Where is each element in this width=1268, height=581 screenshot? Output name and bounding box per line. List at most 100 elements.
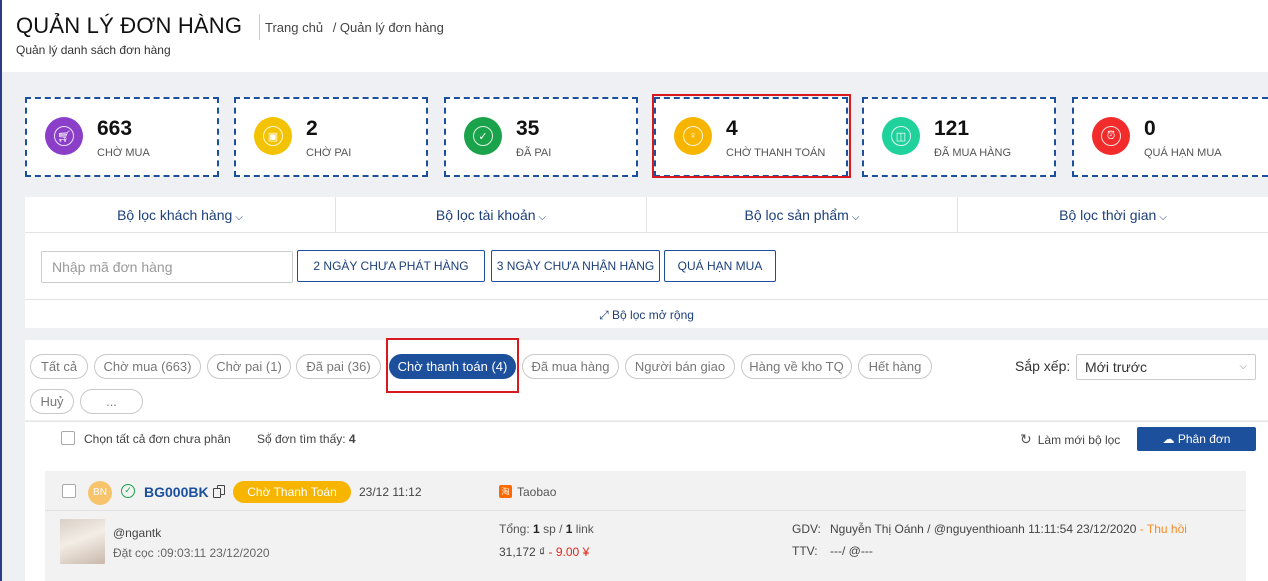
order-code-input[interactable] [41, 251, 293, 283]
stat-card-cho-pai[interactable]: ▣ 2 CHỜ PAI [234, 97, 428, 177]
tab-nguoi-ban-giao[interactable]: Người bán giao [625, 354, 735, 379]
highlight-box-stat [652, 94, 851, 178]
status-badge: Chờ Thanh Toán [233, 481, 351, 503]
filter-product-dropdown[interactable]: Bộ lọc sản phẩm ⌵ [647, 197, 958, 232]
stat-card-da-mua-hang[interactable]: ◫ 121 ĐÃ MUA HÀNG [862, 97, 1056, 177]
check-icon: ✓ [464, 117, 502, 155]
gdv-label: GDV: [792, 522, 821, 536]
expand-filter-link[interactable]: ⤢ Bộ lọc mở rộng [25, 299, 1268, 328]
sort-select[interactable]: Mới trước ⌵ [1076, 354, 1256, 380]
copy-icon[interactable] [213, 485, 225, 498]
found-count: Số đơn tìm thấy: 4 [257, 432, 356, 446]
chevron-down-icon: ⌵ [851, 212, 860, 223]
found-count-value: 4 [348, 432, 356, 446]
chevron-down-icon: ⌵ [538, 212, 547, 223]
alarm-icon: ⏰︎ [1092, 117, 1130, 155]
expand-icon: ⤢ [599, 308, 609, 322]
sort-value: Mới trước [1085, 359, 1147, 375]
order-checkbox[interactable] [62, 484, 76, 498]
filter-account-label: Bộ lọc tài khoản [435, 207, 536, 223]
tab-cho-mua[interactable]: Chờ mua (663) [94, 354, 201, 379]
cloud-upload-icon: ☁ [1162, 432, 1175, 446]
tab-huy[interactable]: Huỷ [30, 389, 74, 414]
filter-customer-label: Bộ lọc khách hàng [117, 207, 233, 223]
chevron-down-icon: ⌵ [1159, 212, 1167, 223]
chevron-down-icon: ⌵ [235, 212, 243, 223]
product-thumbnail[interactable] [60, 519, 105, 564]
filter-customer-dropdown[interactable]: Bộ lọc khách hàng ⌵ [25, 197, 336, 232]
stat-label: QUÁ HẠN MUA [1144, 147, 1222, 159]
shopping-bag-icon: ◫ [882, 117, 920, 155]
order-summary: Tổng: 1 sp / 1 link [499, 522, 594, 536]
buyer-username[interactable]: @ngantk [113, 526, 161, 540]
page-title: QUẢN LÝ ĐƠN HÀNG [16, 13, 243, 38]
avatar: BN [88, 481, 112, 505]
link-count: 1 [565, 522, 573, 536]
sp-label: sp / [543, 522, 563, 536]
tab-tat-ca[interactable]: Tất cả [30, 354, 88, 379]
stat-value: 2 [306, 117, 318, 140]
link-label: link [575, 522, 594, 536]
total-label: Tổng: [499, 522, 530, 536]
stat-label: ĐÃ PAI [516, 147, 552, 159]
order-code-link[interactable]: BG000BK [144, 484, 209, 500]
tab-hang-ve-kho-tq[interactable]: Hàng về kho TQ [741, 354, 852, 379]
quick-filter-overdue[interactable]: QUÁ HẠN MUA [664, 250, 776, 282]
order-card: BN ✓ BG000BK Chờ Thanh Toán 23/12 11:12 … [45, 471, 1246, 581]
filter-panel: Bộ lọc khách hàng ⌵ Bộ lọc tài khoản ⌵ Bộ … [25, 197, 1268, 328]
price-vnd: 31,172 ₫ [499, 545, 546, 559]
tab-more[interactable]: ... [80, 389, 143, 414]
expand-filter-label: Bộ lọc mở rộng [612, 308, 694, 322]
gdv-value: Nguyễn Thị Oánh / @nguyenthioanh 11:11:5… [830, 522, 1187, 536]
gdv-text: Nguyễn Thị Oánh / @nguyenthioanh 11:11:5… [830, 522, 1137, 536]
breadcrumb-home[interactable]: Trang chủ [265, 20, 323, 35]
tab-het-hang[interactable]: Hết hàng [858, 354, 932, 379]
app-left-edge [0, 0, 2, 581]
order-card-header: BN ✓ BG000BK Chờ Thanh Toán 23/12 11:12 … [45, 471, 1246, 511]
filter-time-label: Bộ lọc thời gian [1059, 207, 1157, 223]
taobao-icon: 淘 [499, 485, 512, 498]
order-list: BN ✓ BG000BK Chờ Thanh Toán 23/12 11:12 … [25, 457, 1268, 581]
stat-label: ĐÃ MUA HÀNG [934, 147, 1012, 159]
bag-icon: ▣ [254, 117, 292, 155]
quick-filter-3-days-not-received[interactable]: 3 NGÀY CHƯA NHẬN HÀNG [491, 250, 660, 282]
stat-card-da-pai[interactable]: ✓ 35 ĐÃ PAI [444, 97, 638, 177]
filter-account-dropdown[interactable]: Bộ lọc tài khoản ⌵ [336, 197, 647, 232]
filter-time-dropdown[interactable]: Bộ lọc thời gian ⌵ [958, 197, 1268, 232]
check-circle-icon: ✓ [121, 484, 135, 498]
stat-value: 0 [1144, 117, 1156, 140]
breadcrumb-current: / Quản lý đơn hàng [332, 20, 444, 35]
refresh-label: Làm mới bộ lọc [1037, 433, 1121, 447]
order-toolbar: Chọn tất cả đơn chưa phân Số đơn tìm thấ… [25, 421, 1268, 457]
select-all-checkbox[interactable] [61, 431, 75, 445]
deposit-time: Đặt cọc :09:03:11 23/12/2020 [113, 546, 270, 560]
qty-value: 1 [533, 522, 540, 536]
breadcrumb: Trang chủ / Quản lý đơn hàng [265, 20, 450, 35]
recall-link[interactable]: - Thu hồi [1140, 522, 1187, 536]
status-tabs-panel [25, 340, 1268, 420]
stat-value: 35 [516, 117, 540, 140]
chevron-down-icon: ⌵ [1239, 361, 1247, 372]
highlight-box-tab [386, 338, 519, 393]
split-order-button[interactable]: ☁ Phân đơn [1137, 427, 1256, 451]
tab-da-mua-hang[interactable]: Đã mua hàng [522, 354, 619, 379]
stat-value: 663 [97, 117, 133, 140]
tab-da-pai[interactable]: Đã pai (36) [296, 354, 381, 379]
stat-label: CHỜ MUA [97, 147, 150, 159]
tab-cho-pai[interactable]: Chờ pai (1) [207, 354, 291, 379]
refresh-filter-button[interactable]: ↻ Làm mới bộ lọc [1020, 431, 1120, 448]
order-price: 31,172 ₫ - 9.00 ¥ [499, 545, 589, 559]
quick-filter-2-days-not-shipped[interactable]: 2 NGÀY CHƯA PHÁT HÀNG [297, 250, 485, 282]
order-time: 23/12 11:12 [359, 485, 422, 499]
sort-label: Sắp xếp: [1015, 358, 1071, 374]
ttv-label: TTV: [792, 544, 818, 558]
stat-card-qua-han-mua[interactable]: ⏰︎ 0 QUÁ HẠN MUA [1072, 97, 1268, 177]
stat-value: 121 [934, 117, 970, 140]
page-header: QUẢN LÝ ĐƠN HÀNG Quản lý danh sách đơn h… [2, 0, 1268, 72]
price-cny: - 9.00 ¥ [548, 545, 590, 559]
shop-name: Taobao [517, 485, 557, 499]
select-all-label: Chọn tất cả đơn chưa phân [84, 432, 231, 446]
header-divider [259, 14, 260, 40]
refresh-icon: ↻ [1020, 431, 1032, 447]
stat-card-cho-mua[interactable]: 🛒︎ 663 CHỜ MUA [25, 97, 219, 177]
